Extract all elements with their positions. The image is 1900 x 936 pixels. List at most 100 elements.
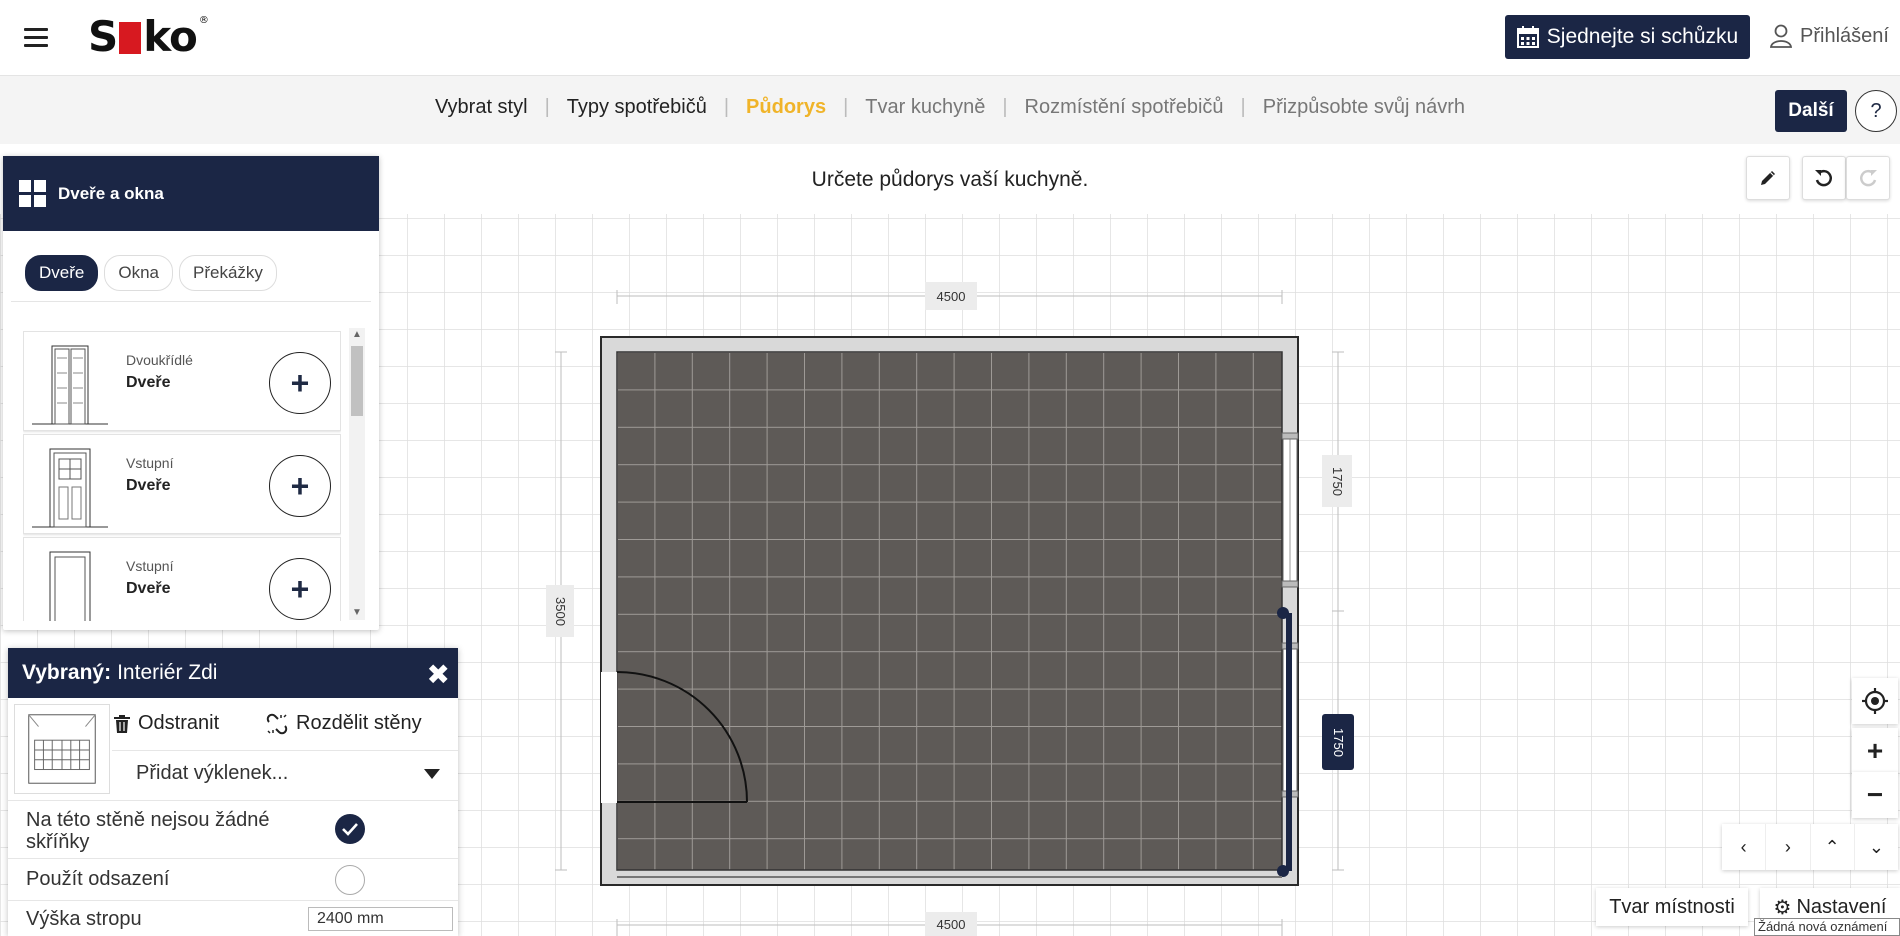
settings-label: Nastavení bbox=[1796, 895, 1887, 918]
ceiling-height-input[interactable] bbox=[308, 907, 453, 931]
offset-label: Použít odsazení bbox=[26, 868, 170, 890]
room-shape-button[interactable]: Tvar místnosti bbox=[1596, 888, 1748, 926]
wizard-step[interactable]: Přizpůsobte svůj návrh bbox=[1261, 96, 1467, 119]
notifications-tooltip: Žádná nová oznámení bbox=[1754, 918, 1900, 936]
trash-icon bbox=[114, 714, 130, 733]
dimension-bottom-label[interactable]: 4500 bbox=[925, 912, 977, 936]
door-type: Dvoukřídlé bbox=[126, 352, 193, 368]
window-upper[interactable] bbox=[1281, 432, 1299, 588]
doors-windows-tabs: Dveře Okna Překážky bbox=[11, 231, 371, 302]
next-button[interactable]: Další bbox=[1775, 90, 1847, 132]
step-separator: | bbox=[723, 96, 730, 118]
pan-left-icon[interactable]: ‹ bbox=[1722, 824, 1767, 870]
scrollbar-thumb[interactable] bbox=[351, 346, 363, 416]
pan-right-icon[interactable]: › bbox=[1766, 824, 1811, 870]
top-header: Sko ® Sjednejte si schůzku Přihlášení bbox=[0, 0, 1900, 76]
wizard-step[interactable]: Tvar kuchyně bbox=[863, 96, 987, 119]
plus-icon: + bbox=[290, 364, 310, 401]
pan-controls: ‹ › ⌃ ⌄ bbox=[1722, 824, 1898, 870]
split-icon bbox=[266, 713, 288, 734]
redo-icon bbox=[1860, 169, 1877, 187]
dimension-left-label[interactable]: 3500 bbox=[546, 585, 574, 637]
dimension-right-upper-text: 1750 bbox=[1329, 466, 1345, 496]
selected-prefix: Vybraný: bbox=[22, 661, 112, 684]
split-walls-label: Rozdělit stěny bbox=[296, 712, 422, 734]
zoom-out-button[interactable]: − bbox=[1852, 772, 1898, 818]
checkmark-icon bbox=[342, 823, 358, 836]
dimension-top-label[interactable]: 4500 bbox=[925, 282, 977, 310]
wizard-step[interactable]: Půdorys bbox=[744, 96, 828, 119]
list-item[interactable]: Vstupní Dveře + bbox=[23, 537, 341, 621]
split-walls-button[interactable]: Rozdělit stěny bbox=[266, 712, 422, 735]
add-alcove-label: Přidat výklenek... bbox=[136, 762, 289, 784]
pencil-icon bbox=[1761, 171, 1775, 185]
dimension-right-lower-label[interactable]: 1750 bbox=[1322, 714, 1354, 770]
user-icon bbox=[1770, 24, 1792, 48]
doors-windows-title: Dveře a okna bbox=[58, 183, 164, 203]
siko-logo[interactable]: Sko ® bbox=[88, 11, 209, 61]
schedule-meeting-button[interactable]: Sjednejte si schůzku bbox=[1505, 15, 1750, 59]
undo-button[interactable] bbox=[1802, 156, 1846, 200]
scroll-down-arrow-icon[interactable]: ▼ bbox=[349, 606, 365, 620]
list-item[interactable]: Vstupní Dveře + bbox=[23, 434, 341, 534]
wizard-step[interactable]: Rozmístění spotřebičů bbox=[1023, 96, 1226, 119]
offset-toggle[interactable] bbox=[335, 865, 365, 895]
add-door-button[interactable]: + bbox=[269, 352, 331, 414]
grid-icon bbox=[19, 180, 46, 207]
dimension-left-text: 3500 bbox=[552, 596, 568, 626]
door-type: Vstupní bbox=[126, 558, 174, 574]
doors-windows-panel: Dveře a okna Dveře Okna Překážky Dvoukří… bbox=[3, 156, 379, 630]
selected-wall-header: Vybraný: Interiér Zdi bbox=[8, 648, 458, 698]
ceiling-height-label: Výška stropu bbox=[26, 908, 142, 930]
tab-windows[interactable]: Okna bbox=[104, 255, 173, 291]
no-cabinets-label: Na této stěně nejsou žádné skříňky bbox=[26, 809, 270, 853]
door-name: Dveře bbox=[126, 477, 171, 494]
room-floor[interactable] bbox=[616, 351, 1283, 871]
selected-title: Interiér Zdi bbox=[117, 661, 218, 684]
close-icon[interactable]: ✖ bbox=[427, 658, 450, 691]
zoom-in-button[interactable]: + bbox=[1852, 728, 1898, 774]
no-cabinets-toggle[interactable] bbox=[335, 814, 365, 844]
pan-up-icon[interactable]: ⌃ bbox=[1811, 824, 1855, 870]
pan-down-icon[interactable]: ⌄ bbox=[1855, 824, 1898, 870]
caret-down-icon bbox=[424, 769, 440, 779]
edit-button[interactable] bbox=[1746, 156, 1790, 200]
dimension-right-lower-text: 1750 bbox=[1330, 727, 1346, 757]
door-list[interactable]: Dvoukřídlé Dveře + Vstupní Dveře + Vstup… bbox=[23, 331, 341, 621]
wizard-step[interactable]: Vybrat styl bbox=[433, 96, 530, 119]
offset-row: Použít odsazení bbox=[8, 858, 458, 900]
logo-text: S bbox=[88, 11, 118, 61]
login-link[interactable]: Přihlášení bbox=[1770, 24, 1889, 48]
ceiling-height-row: Výška stropu bbox=[8, 900, 458, 936]
calendar-icon bbox=[1516, 26, 1539, 48]
scroll-up-arrow-icon[interactable]: ▲ bbox=[349, 328, 365, 342]
list-item[interactable]: Dvoukřídlé Dveře + bbox=[23, 331, 341, 431]
selected-wall-panel: Vybraný: Interiér Zdi ✖ Odstranit Rozděl… bbox=[8, 648, 458, 936]
logo-red-block bbox=[119, 22, 142, 54]
login-label: Přihlášení bbox=[1800, 24, 1889, 47]
dimension-right-upper-label[interactable]: 1750 bbox=[1322, 455, 1352, 507]
door-list-scrollbar[interactable]: ▲ ▼ bbox=[349, 328, 365, 620]
door-type: Vstupní bbox=[126, 455, 174, 471]
help-button[interactable]: ? bbox=[1855, 90, 1897, 132]
gear-icon: ⚙ bbox=[1773, 896, 1792, 919]
wizard-steps: Vybrat styl | Typy spotřebičů | Půdorys | Tvar… bbox=[0, 96, 1900, 119]
double-door-thumbnail bbox=[32, 345, 108, 425]
door-name: Dveře bbox=[126, 580, 171, 597]
wizard-step[interactable]: Typy spotřebičů bbox=[565, 96, 709, 119]
tab-doors[interactable]: Dveře bbox=[25, 255, 99, 291]
plus-icon: + bbox=[290, 570, 310, 607]
delete-button[interactable]: Odstranit bbox=[114, 712, 219, 735]
add-door-button[interactable]: + bbox=[269, 558, 331, 620]
recenter-button[interactable] bbox=[1852, 678, 1898, 724]
no-cabinets-row: Na této stěně nejsou žádné skříňky bbox=[8, 800, 458, 858]
doors-windows-header: Dveře a okna bbox=[3, 156, 379, 231]
redo-button[interactable] bbox=[1846, 156, 1890, 200]
hamburger-menu-icon[interactable] bbox=[24, 28, 48, 48]
delete-label: Odstranit bbox=[138, 712, 220, 734]
add-alcove-dropdown[interactable]: Přidat výklenek... bbox=[112, 750, 458, 796]
step-separator: | bbox=[843, 96, 849, 118]
entry-door-thumbnail bbox=[49, 551, 91, 621]
tab-obstacles[interactable]: Překážky bbox=[179, 255, 277, 291]
add-door-button[interactable]: + bbox=[269, 455, 331, 517]
